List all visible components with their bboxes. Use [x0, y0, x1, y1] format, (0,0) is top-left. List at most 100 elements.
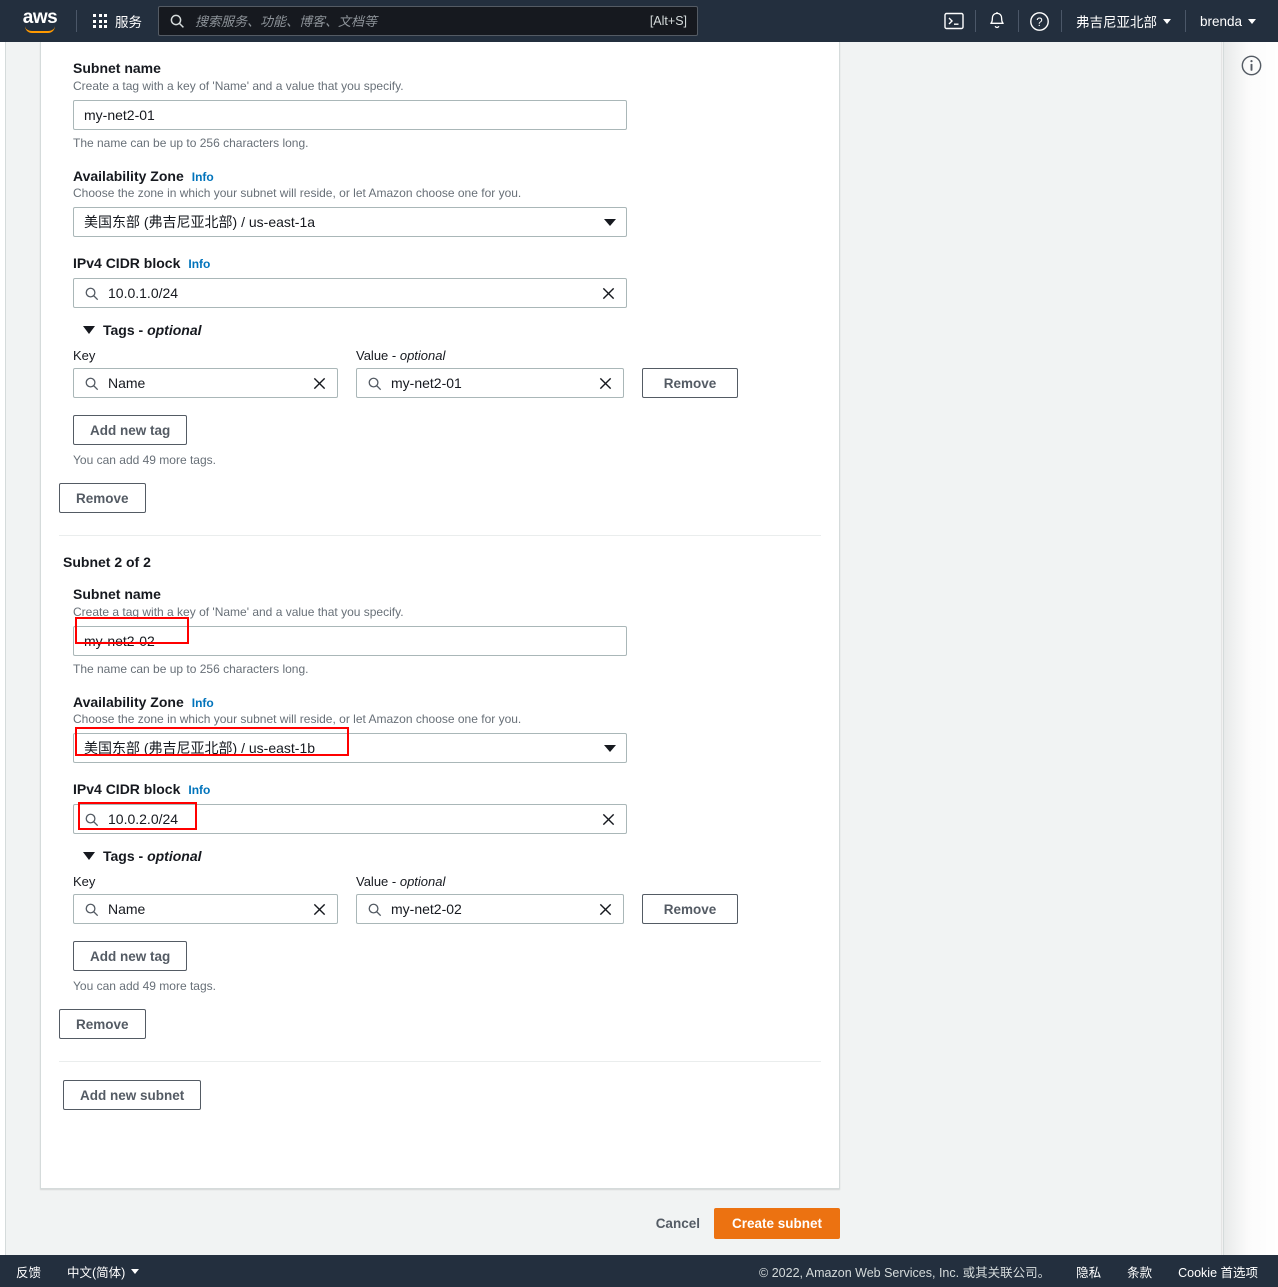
subnet2-value-label: Value - — [356, 874, 400, 889]
info-side-panel — [1223, 42, 1278, 1255]
subnet1-cidr-input[interactable]: 10.0.1.0/24 — [73, 278, 627, 308]
subnet1-name-input[interactable]: my-net2-01 — [73, 100, 627, 130]
subnet1-az-label-row: Availability Zone Info — [73, 168, 807, 185]
nav-right-group: ? 弗吉尼亚北部 brenda — [933, 0, 1278, 42]
subnet1-cidr-info-link[interactable]: Info — [188, 257, 210, 271]
subnet1-tag-key-value: Name — [108, 375, 146, 391]
services-menu-button[interactable]: 服务 — [87, 6, 148, 36]
region-selector[interactable]: 弗吉尼亚北部 — [1062, 11, 1185, 31]
subnet2-value-optional: optional — [399, 874, 446, 889]
subnet2-az-value: 美国东部 (弗吉尼亚北部) / us-east-1b — [84, 740, 316, 756]
bell-icon — [990, 12, 1004, 29]
subnet1-cidr-value: 10.0.1.0/24 — [108, 285, 179, 301]
triangle-down-icon — [83, 852, 95, 860]
question-circle-icon: ? — [1030, 11, 1050, 31]
subnet2-add-tag-button[interactable]: Add new tag — [73, 941, 188, 971]
section-divider — [59, 1061, 821, 1062]
triangle-down-icon — [83, 326, 95, 334]
subnet2-az-info-link[interactable]: Info — [192, 696, 214, 710]
subnet1-remove-tag-button[interactable]: Remove — [642, 368, 738, 398]
subnet2-cidr-value: 10.0.2.0/24 — [108, 811, 179, 827]
svg-text:?: ? — [1037, 17, 1043, 29]
help-button[interactable]: ? — [1019, 0, 1061, 42]
subnet2-name-label: Subnet name — [73, 586, 161, 602]
subnet2-remove-button[interactable]: Remove — [59, 1009, 146, 1039]
search-icon — [170, 14, 184, 28]
language-selector[interactable]: 中文(简体) — [67, 1262, 140, 1281]
clear-icon[interactable] — [312, 902, 327, 917]
subnet2-az-label-row: Availability Zone Info — [73, 694, 807, 711]
subnet1-remove-button[interactable]: Remove — [59, 483, 146, 513]
subnet1-tag-key-input[interactable]: Name — [73, 368, 338, 398]
subnet1-az-select[interactable]: 美国东部 (弗吉尼亚北部) / us-east-1a — [73, 207, 627, 237]
subnet2-name-hint: The name can be up to 256 characters lon… — [73, 662, 309, 676]
clear-icon[interactable] — [598, 376, 613, 391]
grid-icon — [93, 14, 107, 28]
page-body: Subnet name Create a tag with a key of '… — [0, 42, 1278, 1255]
subnet2-tag-value-value: my-net2-02 — [391, 901, 462, 917]
subnet-2-section: Subnet 2 of 2 Subnet name Create a tag w… — [41, 536, 839, 993]
subnet2-tag-value-col: Value - optional my-net2-02 — [356, 874, 624, 924]
create-subnet-button[interactable]: Create subnet — [713, 1208, 840, 1239]
subnet1-az-label: Availability Zone — [73, 168, 184, 184]
clear-icon[interactable] — [601, 812, 616, 827]
add-new-subnet-button[interactable]: Add new subnet — [63, 1080, 202, 1110]
clear-icon[interactable] — [312, 376, 327, 391]
aws-smile-icon — [25, 26, 55, 33]
subnet1-name-hint: The name can be up to 256 characters lon… — [73, 136, 309, 150]
subnet2-remove-tag-button[interactable]: Remove — [642, 894, 738, 924]
subnet2-tag-key-input[interactable]: Name — [73, 894, 338, 924]
subnet1-tags-toggle[interactable]: Tags - optional — [83, 322, 807, 338]
search-icon — [85, 287, 99, 300]
global-search-bar[interactable]: [Alt+S] — [158, 6, 698, 36]
subnet1-tag-value-input[interactable]: my-net2-01 — [356, 368, 624, 398]
subnet1-az-info-link[interactable]: Info — [192, 170, 214, 184]
clear-icon[interactable] — [598, 902, 613, 917]
subnet1-name-label: Subnet name — [73, 60, 161, 76]
subnet1-name-value: my-net2-01 — [84, 107, 155, 123]
privacy-link[interactable]: 隐私 — [1076, 1262, 1101, 1281]
language-label: 中文(简体) — [67, 1265, 126, 1280]
subnet2-tags-label: Tags - — [103, 848, 148, 864]
subnet1-az-description: Choose the zone in which your subnet wil… — [73, 186, 522, 200]
search-icon — [85, 903, 99, 916]
chevron-down-icon — [131, 1268, 140, 1274]
subnet2-tag-value-input[interactable]: my-net2-02 — [356, 894, 624, 924]
terms-link[interactable]: 条款 — [1127, 1262, 1152, 1281]
subnet2-cidr-label: IPv4 CIDR block — [73, 781, 181, 797]
cookie-preferences-link[interactable]: Cookie 首选项 — [1178, 1262, 1258, 1281]
subnet1-value-optional: optional — [399, 348, 446, 363]
cloudshell-button[interactable] — [933, 0, 975, 42]
page-footer: 反馈 中文(简体) © 2022, Amazon Web Services, I… — [0, 1255, 1278, 1287]
subnet1-tags-optional: optional — [147, 322, 202, 338]
subnet2-name-value: my-net2-02 — [84, 633, 155, 649]
subnet1-name-description: Create a tag with a key of 'Name' and a … — [73, 79, 404, 93]
aws-wordmark: aws — [22, 6, 58, 28]
subnet1-tag-value-value: my-net2-01 — [391, 375, 462, 391]
clear-icon[interactable] — [601, 286, 616, 301]
cancel-button[interactable]: Cancel — [656, 1216, 700, 1231]
search-icon — [85, 813, 99, 826]
subnet2-name-input[interactable]: my-net2-02 — [73, 626, 627, 656]
subnet2-az-select[interactable]: 美国东部 (弗吉尼亚北部) / us-east-1b — [73, 733, 627, 763]
subnet2-cidr-info-link[interactable]: Info — [188, 783, 210, 797]
feedback-link[interactable]: 反馈 — [16, 1262, 41, 1281]
search-shortcut-hint: [Alt+S] — [649, 14, 687, 28]
subnet1-value-label: Value - — [356, 348, 400, 363]
subnet1-az-value: 美国东部 (弗吉尼亚北部) / us-east-1a — [84, 214, 316, 230]
subnet1-add-tag-button[interactable]: Add new tag — [73, 415, 188, 445]
info-circle-icon[interactable] — [1241, 55, 1262, 76]
subnet2-cidr-input[interactable]: 10.0.2.0/24 — [73, 804, 627, 834]
aws-logo[interactable]: aws — [14, 6, 66, 33]
chevron-down-icon — [604, 744, 616, 752]
subnet1-cidr-label-row: IPv4 CIDR block Info — [73, 255, 807, 272]
subnet2-tags-toggle[interactable]: Tags - optional — [83, 848, 807, 864]
chevron-down-icon — [1162, 18, 1171, 24]
create-subnet-card: Subnet name Create a tag with a key of '… — [40, 42, 840, 1189]
account-menu[interactable]: brenda — [1186, 14, 1270, 29]
search-icon — [368, 903, 382, 916]
chevron-down-icon — [1248, 18, 1256, 24]
notifications-button[interactable] — [976, 0, 1018, 42]
search-input[interactable] — [193, 12, 642, 30]
subnet1-tag-value-col: Value - optional my-net2-01 — [356, 348, 624, 398]
